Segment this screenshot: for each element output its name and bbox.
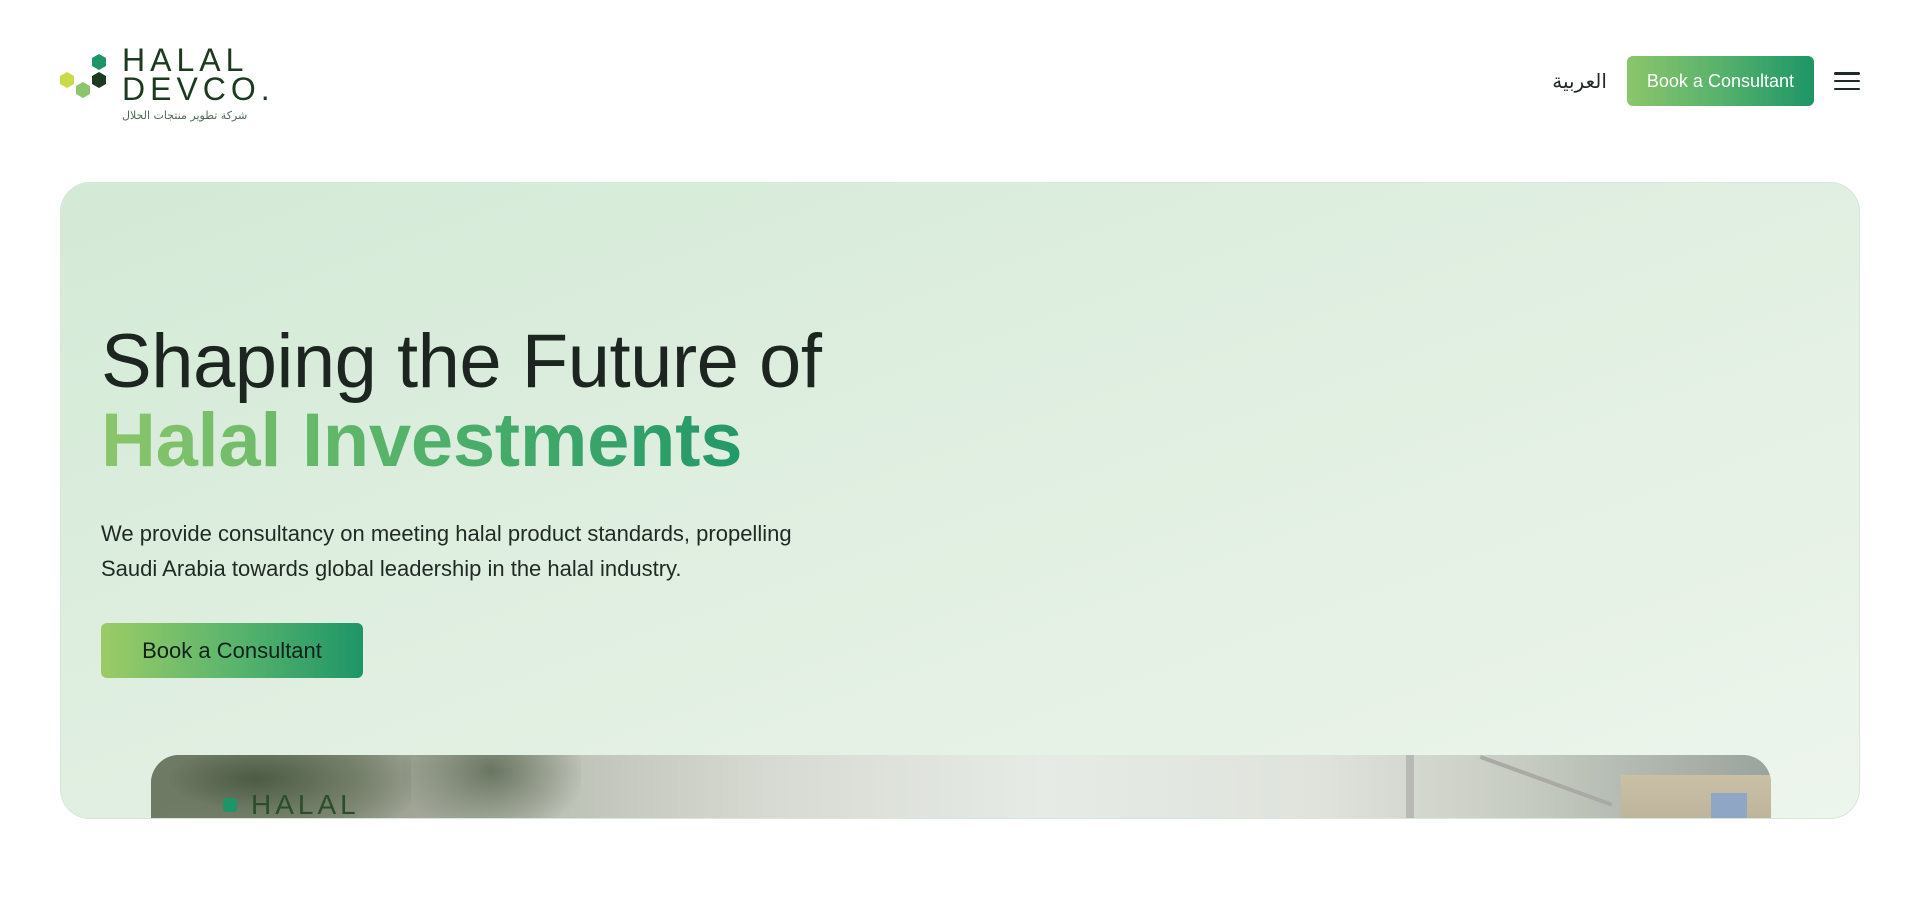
logo-arabic-subtitle: شركة تطوير منتجات الحلال <box>122 109 248 122</box>
hex-icon <box>223 798 237 812</box>
hero-section: Shaping the Future of Halal Investments … <box>60 182 1860 819</box>
hero-image-logo: HALAL <box>223 789 360 819</box>
header-book-consultant-button[interactable]: Book a Consultant <box>1626 56 1814 106</box>
logo-hexagons-icon <box>60 46 122 106</box>
header-nav: العربية Book a Consultant <box>1552 56 1860 106</box>
hero-title: Shaping the Future of Halal Investments <box>101 323 1001 481</box>
brand-logo[interactable]: HALAL DEVCO. شركة تطوير منتجات الحلال <box>60 44 290 122</box>
language-switch-link[interactable]: العربية <box>1552 69 1607 93</box>
site-header: HALAL DEVCO. شركة تطوير منتجات الحلال ال… <box>0 0 1920 165</box>
hero-image: HALAL <box>151 755 1771 819</box>
hero-title-highlight: Halal Investments <box>101 398 743 483</box>
hero-image-logo-text: HALAL <box>251 789 360 819</box>
hamburger-menu-icon[interactable] <box>1834 70 1860 92</box>
logo-line-2: DEVCO. <box>122 71 275 107</box>
hero-book-consultant-button[interactable]: Book a Consultant <box>101 623 363 678</box>
hero-title-line-1: Shaping the Future of <box>101 319 822 404</box>
hero-description: We provide consultancy on meeting halal … <box>101 521 792 581</box>
logo-wordmark: HALAL DEVCO. شركة تطوير منتجات الحلال <box>122 44 275 122</box>
